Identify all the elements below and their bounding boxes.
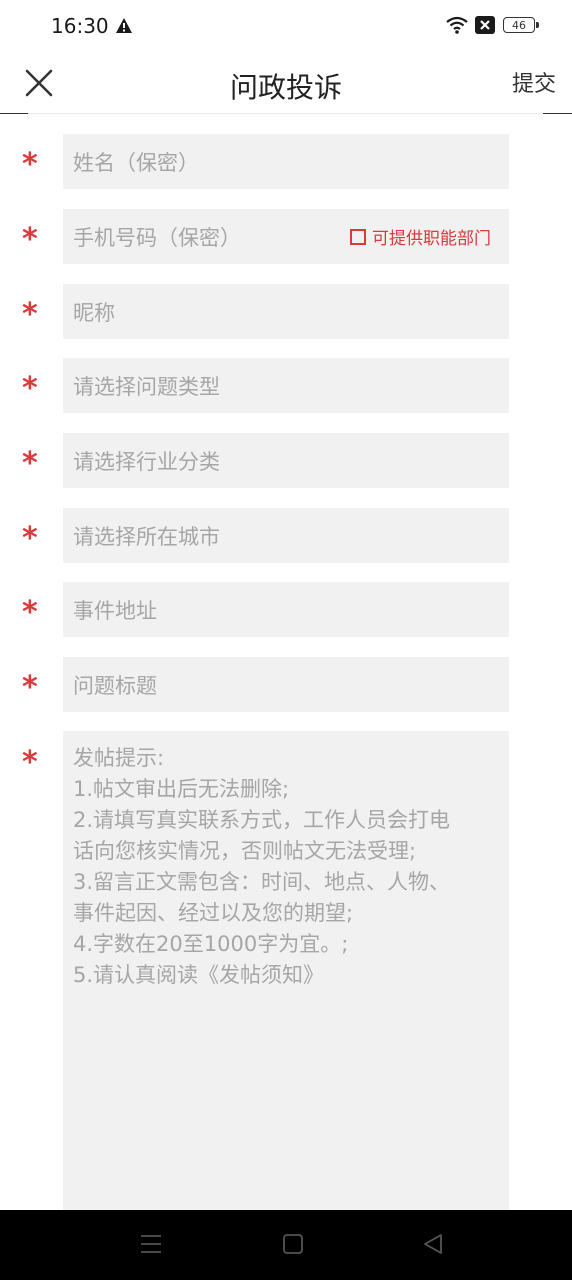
required-mark: * xyxy=(22,521,38,556)
required-mark: * xyxy=(22,297,38,332)
content-hint-line: 2.请填写真实联系方式，工作人员会打电 xyxy=(73,808,451,832)
system-nav-bar xyxy=(0,1210,572,1280)
required-mark: * xyxy=(22,745,38,780)
name-placeholder: 姓名（保密） xyxy=(73,150,199,175)
screen: 16:30 46 问政投诉 提交 * 姓名（保密） * 手机号码（保密） 可提供… xyxy=(0,0,572,1280)
content-textarea[interactable]: 发帖提示: 1.帖文审出后无法删除; 2.请填写真实联系方式，工作人员会打电 话… xyxy=(63,731,509,1210)
battery-icon: 46 xyxy=(503,17,535,33)
phone-placeholder: 手机号码（保密） xyxy=(73,225,241,250)
required-mark: * xyxy=(22,670,38,705)
nickname-placeholder: 昵称 xyxy=(73,300,115,325)
header-divider xyxy=(28,113,543,114)
address-placeholder: 事件地址 xyxy=(73,598,157,623)
name-input[interactable]: 姓名（保密） xyxy=(63,134,509,189)
content-hint-line: 4.字数在20至1000字为宜。; xyxy=(73,932,349,956)
industry-select[interactable]: 请选择行业分类 xyxy=(63,433,509,488)
content-hint-line: 3.留言正文需包含：时间、地点、人物、 xyxy=(73,870,451,894)
wifi-icon xyxy=(446,16,468,34)
battery-tip xyxy=(536,22,539,28)
header-divider-right xyxy=(543,113,572,114)
required-mark: * xyxy=(22,446,38,481)
required-mark: * xyxy=(22,371,38,406)
content-hint-line: 发帖提示: xyxy=(73,746,165,770)
nickname-input[interactable]: 昵称 xyxy=(63,284,509,339)
problem-title-input[interactable]: 问题标题 xyxy=(63,657,509,712)
content-hint-line: 话向您核实情况，否则帖文无法受理; xyxy=(73,839,417,863)
submit-button[interactable]: 提交 xyxy=(512,66,556,98)
no-sim-icon xyxy=(475,16,495,34)
city-select[interactable]: 请选择所在城市 xyxy=(63,508,509,563)
address-input[interactable]: 事件地址 xyxy=(63,582,509,637)
industry-placeholder: 请选择行业分类 xyxy=(73,449,220,474)
required-mark: * xyxy=(22,222,38,257)
phone-input[interactable]: 手机号码（保密） 可提供职能部门 xyxy=(63,209,509,264)
city-placeholder: 请选择所在城市 xyxy=(73,524,220,549)
required-mark: * xyxy=(22,147,38,182)
department-checkbox-label: 可提供职能部门 xyxy=(372,229,491,249)
back-icon[interactable] xyxy=(422,1232,444,1256)
status-bar: 16:30 46 xyxy=(0,0,572,52)
warning-icon xyxy=(116,18,132,33)
required-mark: * xyxy=(22,595,38,630)
menu-icon[interactable] xyxy=(140,1232,162,1256)
content-hint-line: 5.请认真阅读《发帖须知》 xyxy=(73,963,325,987)
problem-title-placeholder: 问题标题 xyxy=(73,673,157,698)
home-icon[interactable] xyxy=(282,1232,304,1256)
problem-type-placeholder: 请选择问题类型 xyxy=(73,374,220,399)
status-time: 16:30 xyxy=(51,14,109,38)
header-bar: 问政投诉 提交 xyxy=(0,52,572,114)
department-checkbox[interactable]: 可提供职能部门 xyxy=(350,224,491,249)
page-title: 问政投诉 xyxy=(229,71,342,104)
header-divider-left xyxy=(0,113,28,114)
content-hint-line: 1.帖文审出后无法删除; xyxy=(73,777,290,801)
problem-type-select[interactable]: 请选择问题类型 xyxy=(63,358,509,413)
content-hint-line: 事件起因、经过以及您的期望; xyxy=(73,901,354,925)
battery-level: 46 xyxy=(512,18,526,32)
checkbox-box[interactable] xyxy=(350,228,366,245)
